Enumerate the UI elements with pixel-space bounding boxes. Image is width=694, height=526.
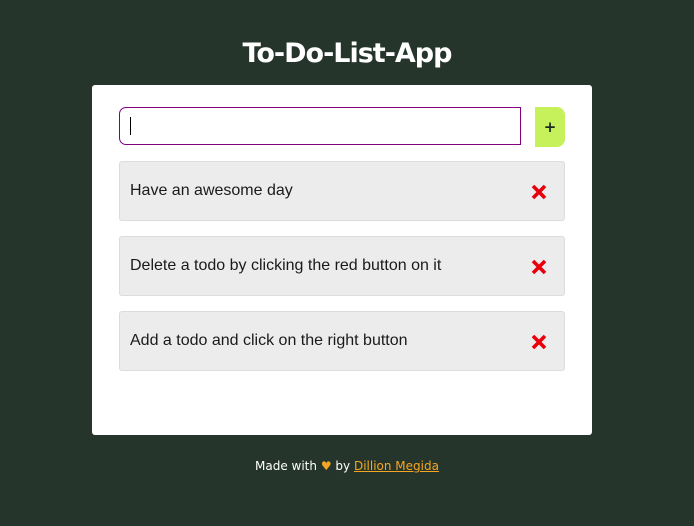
footer-by: by bbox=[335, 459, 351, 473]
todo-text: Add a todo and click on the right button bbox=[130, 332, 408, 349]
footer: Made with ♥ by Dillion Megida bbox=[0, 456, 694, 476]
delete-todo-button[interactable] bbox=[528, 181, 550, 203]
plus-icon: + bbox=[543, 117, 557, 136]
app-title: To-Do-List-App bbox=[242, 38, 453, 69]
close-x-icon bbox=[531, 184, 547, 200]
todo-item: Add a todo and click on the right button bbox=[119, 311, 565, 371]
todo-form: + bbox=[119, 107, 565, 147]
text-caret bbox=[130, 117, 131, 135]
todo-input[interactable] bbox=[119, 107, 521, 145]
todo-text: Have an awesome day bbox=[130, 182, 293, 199]
todo-item: Delete a todo by clicking the red button… bbox=[119, 236, 565, 296]
author-link[interactable]: Dillion Megida bbox=[354, 459, 439, 473]
delete-todo-button[interactable] bbox=[528, 331, 550, 353]
todo-card: + Have an awesome day Delete a todo by c… bbox=[92, 85, 592, 435]
todo-list: Have an awesome day Delete a todo by cli… bbox=[119, 161, 565, 386]
delete-todo-button[interactable] bbox=[528, 256, 550, 278]
heart-icon: ♥ bbox=[320, 459, 332, 473]
add-todo-button[interactable]: + bbox=[535, 107, 565, 147]
todo-item: Have an awesome day bbox=[119, 161, 565, 221]
close-x-icon bbox=[531, 259, 547, 275]
close-x-icon bbox=[531, 334, 547, 350]
footer-made-with: Made with bbox=[255, 459, 317, 473]
todo-text: Delete a todo by clicking the red button… bbox=[130, 257, 442, 274]
